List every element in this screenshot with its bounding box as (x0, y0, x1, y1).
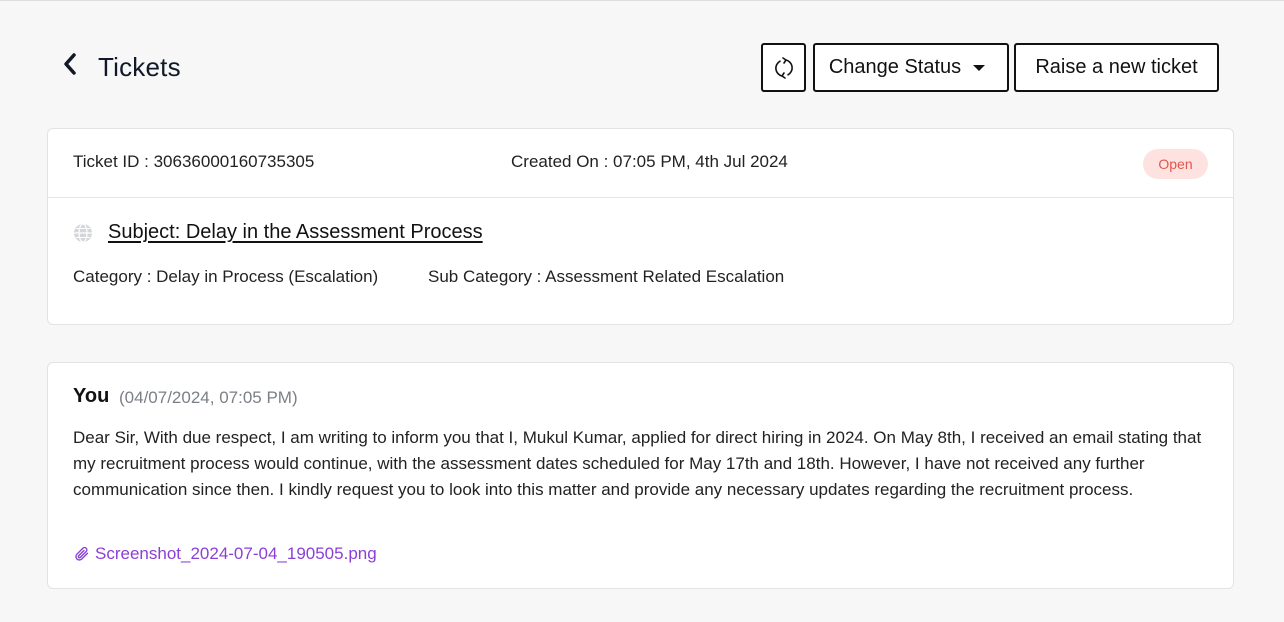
ticket-sub-category: Sub Category : Assessment Related Escala… (428, 267, 785, 286)
ticket-created-on: Created On : 07:05 PM, 4th Jul 2024 (511, 152, 788, 171)
top-divider (0, 0, 1284, 3)
ticket-category: Category : Delay in Process (Escalation) (73, 267, 379, 286)
caret-down-icon (973, 64, 986, 71)
refresh-button[interactable] (761, 43, 806, 92)
ticket-details-card: Ticket ID : 30636000160735305 Created On… (47, 128, 1234, 325)
message-timestamp: (04/07/2024, 07:05 PM) (119, 388, 298, 407)
globe-icon (73, 223, 93, 243)
chevron-left-icon (64, 53, 76, 75)
raise-ticket-label: Raise a new ticket (1035, 56, 1198, 78)
message-body: Dear Sir, With due respect, I am writing… (73, 428, 1202, 499)
raise-ticket-button[interactable]: Raise a new ticket (1014, 43, 1219, 92)
change-status-dropdown[interactable]: Change Status (813, 43, 1009, 92)
ticket-subject-link[interactable]: Subject: Delay in the Assessment Process (108, 221, 483, 244)
ticket-meta-row: Ticket ID : 30636000160735305 Created On… (48, 129, 1233, 198)
attachment-filename: Screenshot_2024-07-04_190505.png (95, 544, 377, 563)
status-badge: Open (1143, 149, 1208, 179)
page-header: Tickets Change Status Raise a new ticket (47, 40, 1234, 96)
paperclip-icon (75, 546, 89, 561)
refresh-icon (774, 56, 793, 79)
message-author: You (73, 385, 110, 407)
page-title: Tickets (98, 52, 181, 82)
change-status-label: Change Status (828, 56, 962, 78)
attachment-link[interactable]: Screenshot_2024-07-04_190505.png (73, 544, 377, 564)
back-button[interactable] (59, 51, 81, 77)
message-card: You (04/07/2024, 07:05 PM) Dear Sir, Wit… (47, 362, 1234, 589)
ticket-id: Ticket ID : 30636000160735305 (73, 152, 315, 171)
